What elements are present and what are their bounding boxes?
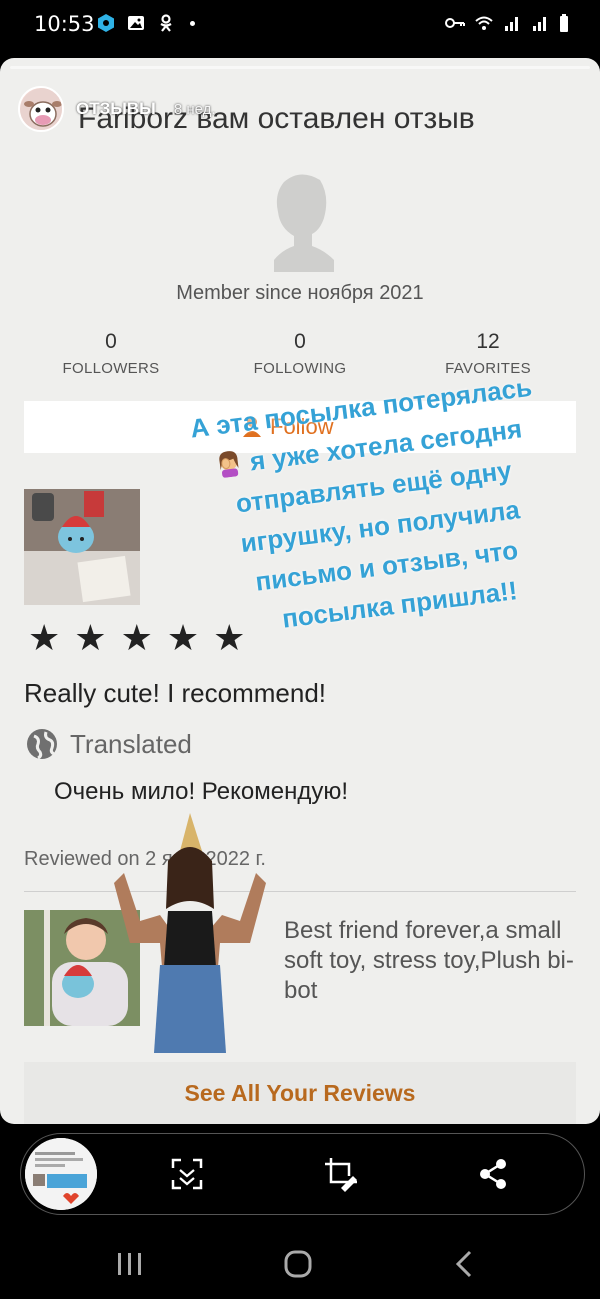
cow-avatar-icon — [20, 88, 62, 130]
translated-label: Translated — [70, 728, 192, 759]
story-thumbnail-image — [25, 1138, 97, 1210]
share-icon[interactable] — [475, 1156, 511, 1192]
member-since: Member since ноября 2021 — [176, 282, 424, 304]
battery-icon — [560, 14, 568, 32]
story-card[interactable]: Farіborz вам оставлен отзыв ОТЗЫВЫ 8 нед… — [0, 58, 600, 1124]
story-edit-toolbar — [20, 1133, 585, 1215]
more-notifications-dot-icon — [190, 20, 195, 26]
system-icons — [444, 13, 570, 33]
see-all-reviews-label: See All Your Reviews — [184, 1080, 416, 1106]
notification-icons — [96, 13, 195, 33]
translated-indicator: Translated — [26, 728, 192, 760]
star-icon: ★ — [166, 617, 200, 658]
story-progress-bar — [10, 66, 590, 69]
following-stat[interactable]: 0 FOLLOWING — [210, 330, 390, 377]
clock: 10:53 — [34, 12, 95, 36]
translation-text: Очень мило! Рекомендую! — [54, 778, 348, 805]
story-username[interactable]: ОТЗЫВЫ — [76, 99, 156, 119]
party-woman-sticker — [114, 813, 266, 1053]
woman-facepalm-emoji-icon — [219, 451, 239, 478]
signal-icon-1 — [505, 17, 518, 31]
see-all-reviews-button[interactable]: See All Your Reviews — [24, 1062, 576, 1124]
toy-photo-image — [24, 489, 140, 605]
odnoklassniki-icon — [160, 14, 172, 32]
star-icon: ★ — [74, 617, 107, 658]
story-header: ОТЗЫВЫ 8 нед. — [18, 86, 216, 132]
navigation-bar — [0, 1225, 600, 1299]
followers-label: FOLLOWERS — [62, 360, 160, 377]
gallery-icon — [128, 16, 144, 30]
wifi-icon — [475, 16, 493, 30]
profile-silhouette-icon — [274, 174, 334, 272]
followers-stat[interactable]: 0 FOLLOWERS — [21, 330, 201, 377]
review-photo[interactable] — [24, 489, 140, 605]
crop-edit-icon[interactable] — [323, 1156, 359, 1192]
vpn-key-icon — [445, 18, 465, 28]
followers-count: 0 — [105, 330, 117, 353]
signal-icon-2 — [533, 17, 546, 31]
following-count: 0 — [294, 330, 306, 353]
status-bar: 10:53 — [0, 0, 600, 50]
story-thumbnail[interactable] — [25, 1138, 97, 1210]
globe-icon — [27, 729, 57, 760]
favorites-count: 12 — [476, 330, 500, 353]
divider — [24, 891, 576, 892]
scan-icon[interactable] — [169, 1156, 205, 1192]
recent-apps-icon[interactable] — [110, 1247, 150, 1281]
home-icon[interactable] — [278, 1247, 318, 1281]
avatar[interactable] — [18, 86, 64, 132]
story-age: 8 нед. — [173, 100, 216, 118]
story-caption: А эта посылка потерялась я уже хотела се… — [178, 361, 600, 648]
star-icon: ★ — [120, 617, 153, 658]
app-notification-icon — [98, 14, 114, 32]
review-text: Really cute! I recommend! — [24, 678, 327, 708]
listing-title[interactable]: Best friend forever,a small soft toy, st… — [284, 916, 574, 1006]
star-icon: ★ — [28, 617, 61, 658]
back-icon[interactable] — [446, 1247, 486, 1281]
following-label: FOLLOWING — [253, 360, 347, 377]
